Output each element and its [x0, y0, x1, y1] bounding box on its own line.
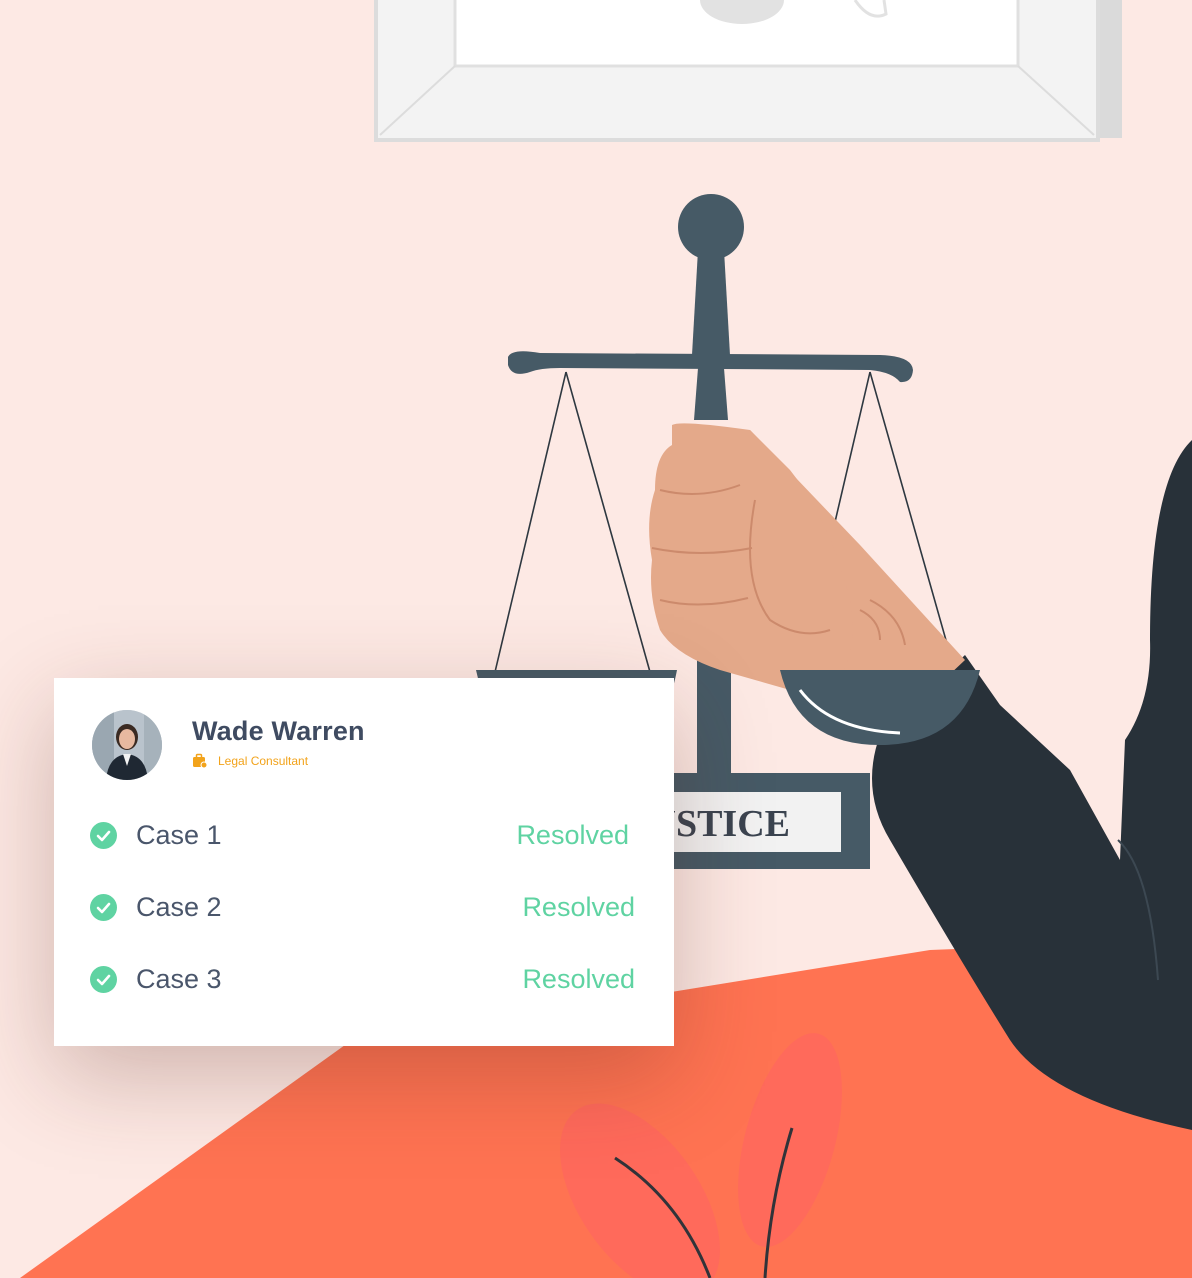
- avatar: [92, 710, 162, 780]
- case-status: Resolved: [522, 892, 635, 922]
- profile-role-label: Legal Consultant: [218, 754, 309, 768]
- case-status: Resolved: [522, 964, 635, 994]
- case-card: Wade Warren Legal Consultant Case 1 Reso…: [54, 678, 674, 1046]
- case-row-2[interactable]: Case 2 Resolved: [90, 887, 635, 927]
- case-label: Case 3: [136, 964, 222, 994]
- check-circle-icon: [90, 966, 117, 993]
- picture-frame: [374, 0, 1122, 142]
- case-label: Case 1: [136, 820, 222, 850]
- profile-role: Legal Consultant: [192, 753, 308, 769]
- justice-illustration: USTICE: [0, 0, 1192, 1278]
- profile-name: Wade Warren: [192, 716, 365, 746]
- check-circle-icon: [90, 822, 117, 849]
- case-row-1[interactable]: Case 1 Resolved: [90, 815, 635, 855]
- case-label: Case 2: [136, 892, 222, 922]
- case-row-3[interactable]: Case 3 Resolved: [90, 959, 635, 999]
- check-circle-icon: [90, 894, 117, 921]
- case-status: Resolved: [516, 820, 629, 850]
- briefcase-icon: [193, 753, 208, 769]
- justice-sign: USTICE: [640, 773, 870, 869]
